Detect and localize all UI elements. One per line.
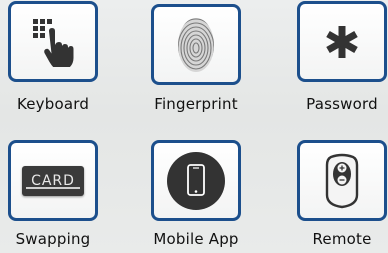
remote-tile[interactable]: [297, 140, 387, 221]
mobile-app-label: Mobile App: [153, 230, 239, 248]
swapping-tile[interactable]: CARD: [8, 140, 98, 221]
card-icon: CARD: [22, 165, 84, 196]
fingerprint-tile[interactable]: [151, 4, 241, 85]
fingerprint-label: Fingerprint: [154, 95, 238, 113]
remote-fob-icon: [325, 153, 359, 208]
card-icon-text: CARD: [31, 172, 75, 189]
password-label: Password: [306, 95, 378, 113]
keyboard-label: Keyboard: [16, 95, 90, 113]
smartphone-icon: [167, 151, 225, 210]
mobile-app-tile[interactable]: [151, 140, 241, 221]
asterisk-icon: [326, 25, 358, 58]
password-tile[interactable]: [297, 1, 387, 82]
keypad-hand-icon: [33, 18, 74, 67]
fingerprint-icon: [178, 17, 214, 72]
keyboard-tile[interactable]: [8, 1, 98, 82]
swapping-label: Swapping: [15, 230, 91, 248]
remote-label: Remote: [312, 230, 372, 248]
